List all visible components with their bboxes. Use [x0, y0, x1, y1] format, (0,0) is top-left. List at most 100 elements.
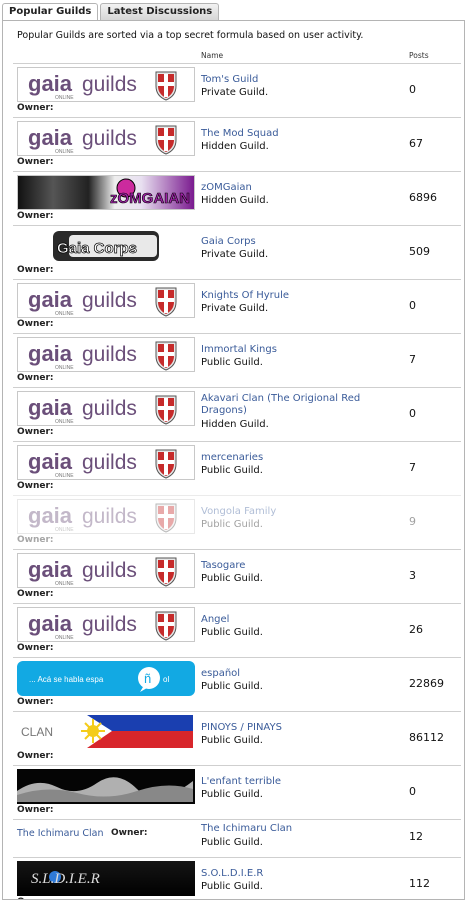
guild-banner[interactable]: gaia ONLINE guilds	[17, 499, 195, 534]
espanol-banner-art: ... Acá se habla espa ñ ol	[29, 667, 169, 692]
guild-row: Owner: L'enfant terrible Public Guild. 0	[13, 765, 461, 820]
guild-name-link[interactable]: mercenaries	[201, 452, 371, 464]
guild-banner[interactable]: S.L.D.I.E.R	[17, 861, 195, 896]
guild-privacy: Private Guild.	[201, 87, 269, 98]
online-wordmark: ONLINE	[55, 311, 74, 317]
guild-privacy: Public Guild.	[201, 837, 263, 848]
guild-row: gaia ONLINE guilds Owner: Vongola Family P…	[13, 495, 461, 550]
guild-row: gaia ONLINE guilds Owner: Angel Public Gui…	[13, 603, 461, 658]
soldier-banner-art: S.L.D.I.E.R	[31, 871, 100, 887]
guild-banner[interactable]: Gaia Corps	[17, 229, 195, 264]
guild-name-link[interactable]: The Mod Squad	[201, 128, 371, 140]
guild-row: The Ichimaru Clan Owner: The Ichimaru Clan…	[13, 819, 461, 858]
guild-banner[interactable]: ... Acá se habla espa ñ ol	[17, 661, 195, 696]
guild-name-link[interactable]: PINOYS / PINAYS	[201, 722, 371, 734]
guild-banner[interactable]: gaia ONLINE guilds	[17, 121, 195, 156]
shield-icon	[155, 71, 177, 101]
owner-label: Owner:	[17, 589, 54, 599]
owner-label: Owner:	[17, 157, 54, 167]
guild-name-link[interactable]: Immortal Kings	[201, 344, 371, 356]
guild-row: gaia ONLINE guilds Owner: Tasogare Public …	[13, 549, 461, 604]
guild-name-link[interactable]: Gaia Corps	[201, 236, 371, 248]
online-wordmark: ONLINE	[55, 635, 74, 641]
owner-label: Owner:	[17, 265, 54, 275]
gaia-guilds-logo: gaia ONLINE guilds	[28, 71, 177, 101]
guild-privacy: Public Guild.	[201, 681, 263, 692]
espanol-slogan-end: ol	[163, 675, 169, 684]
soldier-wordmark: S.L.D.I.E.R	[31, 871, 100, 887]
intro-text: Popular Guilds are sorted via a top secr…	[17, 30, 364, 41]
guild-name-link[interactable]: Vongola Family	[201, 506, 371, 518]
online-wordmark: ONLINE	[55, 581, 74, 587]
owner-label: Owner:	[17, 805, 54, 815]
guilds-wordmark: guilds	[82, 73, 137, 96]
guilds-wordmark: guilds	[82, 397, 137, 420]
online-wordmark: ONLINE	[55, 95, 74, 101]
guild-name-link[interactable]: Angel	[201, 614, 371, 626]
guild-banner-link[interactable]: The Ichimaru Clan	[17, 828, 104, 839]
gaia-guilds-logo: gaia ONLINE guilds	[28, 557, 177, 587]
guild-banner[interactable]: CLAN	[17, 715, 195, 750]
gaia-guilds-logo: gaia ONLINE guilds	[28, 395, 177, 425]
guild-privacy: Public Guild.	[201, 881, 263, 892]
online-wordmark: ONLINE	[55, 419, 74, 425]
owner-label: Owner:	[111, 828, 148, 838]
guild-name-link[interactable]: zOMGaian	[201, 182, 371, 194]
guild-banner[interactable]: zOMGAIAN	[17, 175, 195, 210]
guild-post-count: 0	[409, 83, 416, 96]
guild-name-link[interactable]: L'enfant terrible	[201, 776, 371, 788]
owner-label: Owner:	[17, 481, 54, 491]
guild-name-link[interactable]: Akavari Clan (The Origional Red Dragons)	[201, 393, 371, 417]
guild-banner[interactable]: gaia ONLINE guilds	[17, 67, 195, 102]
guild-row: CLAN Owner: PINOYS / PINAYS Public Guild. 86…	[13, 711, 461, 766]
guilds-wordmark: guilds	[82, 451, 137, 474]
gaia-wordmark: gaia	[28, 557, 73, 582]
guild-post-count: 26	[409, 623, 423, 636]
owner-label: Owner:	[17, 751, 54, 761]
guild-name-link[interactable]: The Ichimaru Clan	[201, 823, 371, 835]
guild-row: S.L.D.I.E.R Owner: S.O.L.D.I.E.RPublic Gui…	[13, 857, 461, 899]
guild-name-link[interactable]: Knights Of Hyrule	[201, 290, 371, 302]
guild-privacy: Public Guild.	[201, 735, 263, 746]
guilds-wordmark: guilds	[82, 127, 137, 150]
guild-banner[interactable]: gaia ONLINE guilds	[17, 445, 195, 480]
guild-post-count: 12	[409, 830, 423, 843]
guild-name-link[interactable]: Tasogare	[201, 560, 371, 572]
guilds-wordmark: guilds	[82, 505, 137, 528]
guild-banner[interactable]: gaia ONLINE guilds	[17, 553, 195, 588]
gaia-guilds-logo: gaia ONLINE guilds	[28, 503, 177, 533]
guild-banner[interactable]	[17, 769, 195, 804]
guild-privacy: Public Guild.	[201, 465, 263, 476]
guild-post-count: 509	[409, 245, 430, 258]
owner-label: Owner:	[17, 535, 54, 545]
gaia-wordmark: gaia	[28, 125, 73, 150]
tab-popular-guilds[interactable]: Popular Guilds	[2, 3, 99, 21]
guild-banner[interactable]: gaia ONLINE guilds	[17, 391, 195, 426]
guild-privacy: Private Guild.	[201, 249, 269, 260]
guild-privacy: Private Guild.	[201, 303, 269, 314]
guild-row: gaia ONLINE guilds Owner: Immortal Kings P…	[13, 333, 461, 388]
guild-post-count: 0	[409, 299, 416, 312]
owner-label: Owner:	[17, 897, 54, 899]
tab-latest-discussions[interactable]: Latest Discussions	[100, 3, 220, 20]
guild-row: gaia ONLINE guilds Owner: The Mod Squad Hi…	[13, 117, 461, 172]
guild-banner[interactable]: gaia ONLINE guilds	[17, 607, 195, 642]
owner-label: Owner:	[17, 427, 54, 437]
guild-banner[interactable]: gaia ONLINE guilds	[17, 337, 195, 372]
guild-row: gaia ONLINE guilds Owner: Tom's Guild Priv…	[13, 63, 461, 118]
guilds-wordmark: guilds	[82, 343, 137, 366]
guild-name-link[interactable]: español	[201, 668, 371, 680]
clan-wordmark: CLAN	[21, 725, 53, 739]
column-header-posts: Posts	[409, 51, 429, 60]
guild-post-count: 6896	[409, 191, 437, 204]
gaia-wordmark: gaia	[28, 395, 73, 420]
guild-name-link[interactable]: Tom's Guild	[201, 74, 371, 86]
guild-banner[interactable]: gaia ONLINE guilds	[17, 283, 195, 318]
guild-name-link[interactable]: S.O.L.D.I.E.R	[201, 868, 371, 880]
gaia-corps-wordmark: Gaia Corps	[57, 240, 137, 257]
guild-privacy: Public Guild.	[201, 627, 263, 638]
guild-post-count: 22869	[409, 677, 444, 690]
online-wordmark: ONLINE	[55, 149, 74, 155]
gaia-corps-banner-art: Gaia Corps	[53, 231, 159, 261]
guild-row: Gaia Corps Owner: Gaia Corps Private Guild.…	[13, 225, 461, 280]
